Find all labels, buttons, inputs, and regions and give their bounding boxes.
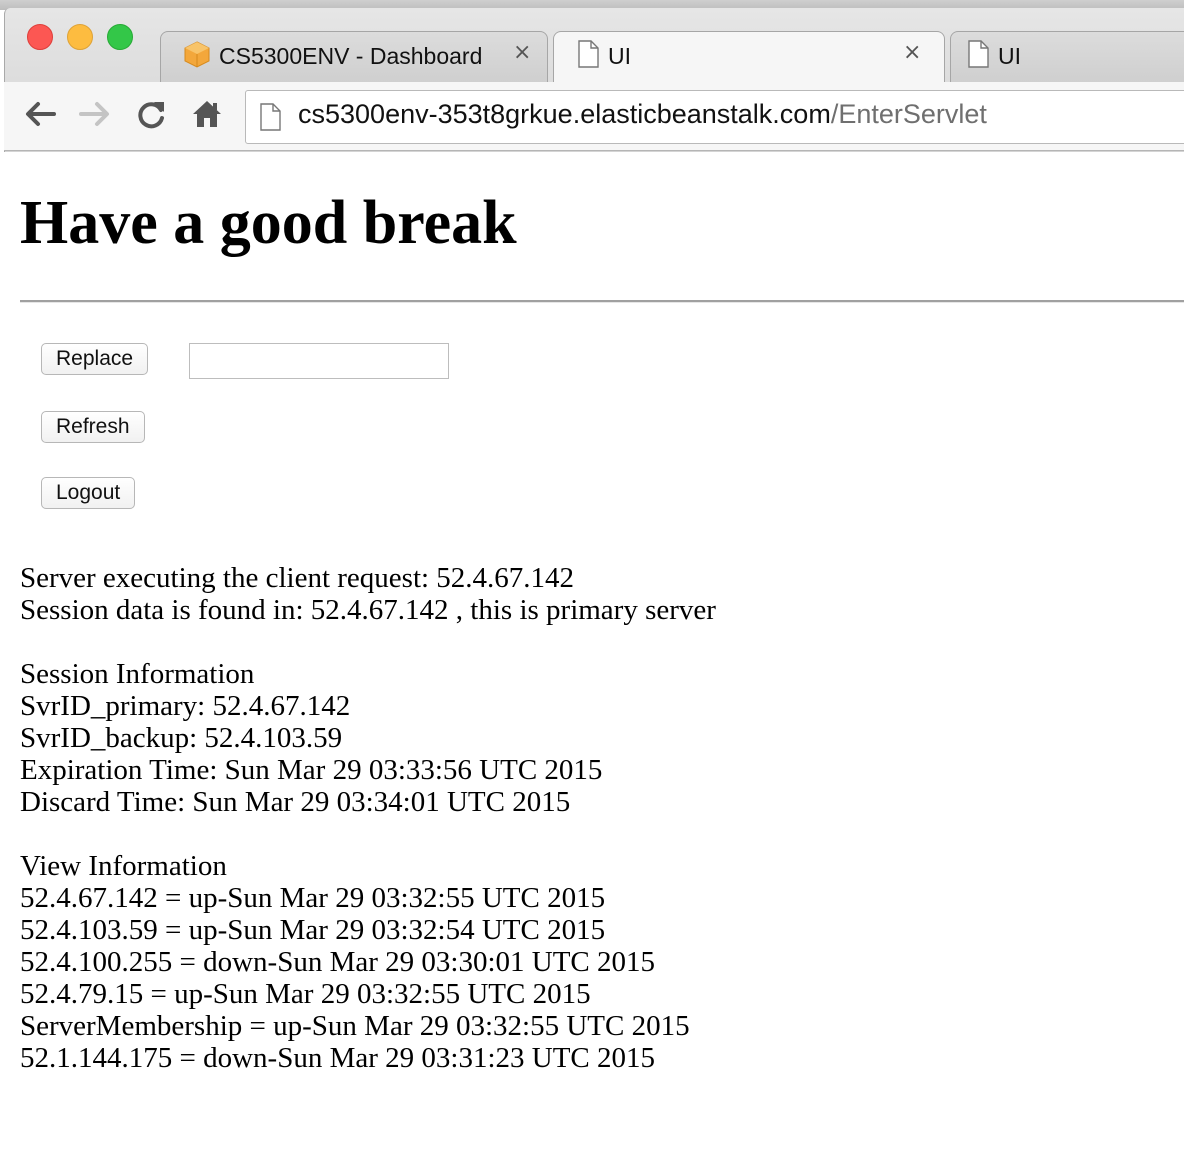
tab-dashboard-content: CS5300ENV - Dashboard <box>183 31 482 81</box>
aws-box-icon <box>183 40 211 73</box>
tab-title: UI <box>608 42 631 69</box>
minimize-window-button[interactable] <box>67 24 93 50</box>
tab-close-button[interactable]: × <box>513 40 531 65</box>
tab-ui-second-content: UI <box>967 31 1021 81</box>
back-button[interactable] <box>22 98 58 134</box>
replace-button[interactable]: Replace <box>41 343 149 375</box>
tab-close-button[interactable]: × <box>903 40 921 65</box>
document-icon <box>967 39 989 73</box>
server-info: Server executing the client request: 52.… <box>20 562 716 626</box>
tab-title: UI <box>998 42 1021 69</box>
view-line: 52.4.103.59 = up-Sun Mar 29 03:32:54 UTC… <box>20 914 606 946</box>
session-line: Discard Time: Sun Mar 29 03:34:01 UTC 20… <box>20 786 571 818</box>
horizontal-rule <box>20 300 1184 303</box>
page-icon <box>259 103 281 136</box>
forward-button[interactable] <box>77 98 113 134</box>
reload-icon <box>135 98 167 135</box>
home-icon <box>192 99 222 134</box>
view-line: ServerMembership = up-Sun Mar 29 03:32:5… <box>20 1010 690 1042</box>
session-line: SvrID_primary: 52.4.67.142 <box>20 690 351 722</box>
tab-ui-active-content: UI <box>577 31 631 81</box>
view-line: 52.4.79.15 = up-Sun Mar 29 03:32:55 UTC … <box>20 978 591 1010</box>
session-line: Expiration Time: Sun Mar 29 03:33:56 UTC… <box>20 754 603 786</box>
document-icon <box>577 39 599 73</box>
url-text[interactable]: cs5300env-353t8grkue.elasticbeanstalk.co… <box>298 99 987 130</box>
session-line: SvrID_backup: 52.4.103.59 <box>20 722 343 754</box>
zoom-window-button[interactable] <box>107 24 133 50</box>
view-line: 52.4.67.142 = up-Sun Mar 29 03:32:55 UTC… <box>20 882 606 914</box>
url-host: cs5300env-353t8grkue.elasticbeanstalk.co… <box>298 99 831 129</box>
page-title: Have a good break <box>20 189 517 257</box>
tab-title: CS5300ENV - Dashboard <box>219 42 483 69</box>
section-title: View Information <box>20 850 227 882</box>
view-line: 52.4.100.255 = down-Sun Mar 29 03:30:01 … <box>20 946 656 978</box>
view-information: View Information 52.4.67.142 = up-Sun Ma… <box>20 850 690 1074</box>
close-window-button[interactable] <box>27 24 53 50</box>
logout-button[interactable]: Logout <box>41 477 136 509</box>
forward-arrow-icon <box>78 99 112 134</box>
refresh-button[interactable]: Refresh <box>41 411 145 443</box>
server-executing-line: Server executing the client request: 52.… <box>20 562 575 594</box>
url-path: /EnterServlet <box>830 99 987 129</box>
back-arrow-icon <box>23 99 57 134</box>
view-line: 52.1.144.175 = down-Sun Mar 29 03:31:23 … <box>20 1042 656 1074</box>
session-location-line: Session data is found in: 52.4.67.142 , … <box>20 594 716 626</box>
home-button[interactable] <box>189 98 225 134</box>
replace-input[interactable] <box>189 343 449 379</box>
session-information: Session Information SvrID_primary: 52.4.… <box>20 658 602 818</box>
section-title: Session Information <box>20 658 255 690</box>
reload-button[interactable] <box>133 98 169 134</box>
